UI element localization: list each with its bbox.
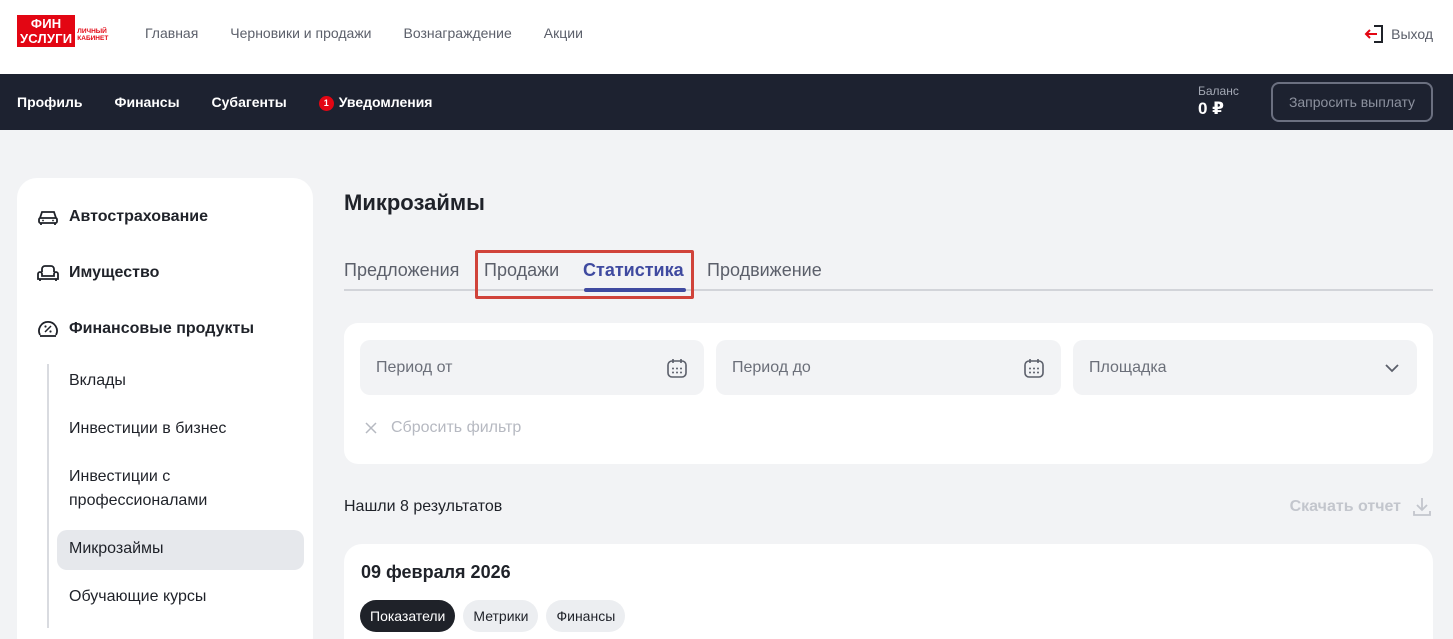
balance-value: 0 ₽ [1198,99,1225,118]
balance: Баланс 0 ₽ [1198,84,1239,120]
download-report-label: Скачать отчет [1289,498,1401,515]
nav-drafts-sales[interactable]: Черновики и продажи [230,24,371,42]
sidebar-item-property[interactable]: Имущество [37,263,159,283]
nav-profile-label: Профиль [17,94,83,110]
day-card-date: 09 февраля 2026 [361,562,511,582]
nav-notifications[interactable]: 1 Уведомления [318,93,433,111]
subitem-line-2: профессионалами [69,492,208,509]
nav-notifications-label: Уведомления [338,94,433,110]
period-from-field[interactable]: Период от [360,340,704,395]
notifications-badge: 1 [318,95,334,111]
logout-label: Выход [1391,26,1433,42]
tab-promotion[interactable]: Продвижение [707,259,822,281]
logout-icon [1364,25,1384,43]
active-tab-indicator [584,288,686,292]
reset-filter-label: Сбросить фильтр [391,419,522,436]
logo-mark: ФИН УСЛУГИ [17,15,76,47]
close-icon [365,422,377,434]
results-count: Нашли 8 результатов [344,498,503,515]
chip-metrics[interactable]: Метрики [463,600,539,632]
period-from-placeholder: Период от [376,358,453,376]
day-card-chips: Показатели Метрики Финансы [360,600,626,632]
platform-placeholder: Площадка [1089,358,1167,376]
chip-indicators[interactable]: Показатели [360,600,456,632]
sidebar-item-label: Имущество [69,264,160,281]
logo-line-1: ФИН [30,16,62,31]
nav-finances-label: Финансы [114,94,180,110]
account-nav-bar: Профиль Финансы Субагенты 1 Уведомления … [0,74,1453,130]
logo[interactable]: ФИН УСЛУГИ Личный кабинет [17,15,108,47]
logo-sub-1: Личный [77,28,107,35]
download-report-button[interactable]: Скачать отчет [1290,496,1433,518]
filter-panel: Период от Период до Площадка Сбросить фи… [344,323,1433,464]
logo-subtitle: Личный кабинет [77,28,108,42]
nav-finances[interactable]: Финансы [115,93,180,111]
tab-offers[interactable]: Предложения [344,259,459,281]
logo-line-2: УСЛУГИ [20,31,73,46]
sidebar-item-label: Автострахование [69,208,208,225]
tab-statistics[interactable]: Статистика [583,259,684,281]
nav-reward[interactable]: Вознаграждение [404,24,512,42]
product-sidebar: Автострахование Имущество Финансовые про… [17,178,313,639]
main-nav: Главная Черновики и продажи Вознагражден… [145,24,583,42]
subitem-line-1: Инвестиции с [69,468,171,485]
logout-button[interactable]: Выход [1363,24,1433,44]
chevron-down-icon [1385,363,1399,372]
account-nav: Профиль Финансы Субагенты 1 Уведомления [17,93,432,111]
percent-gauge-icon [38,321,58,337]
page-title: Микрозаймы [344,190,485,215]
platform-select[interactable]: Площадка [1073,340,1417,395]
day-stat-card: 09 февраля 2026 Показатели Метрики Финан… [344,544,1433,639]
reset-filter-button[interactable]: Сбросить фильтр [364,418,521,438]
balance-label: Баланс [1198,84,1239,98]
sidebar-subitem-pro-investments[interactable]: Инвестиции с профессионалами [69,465,207,513]
period-to-placeholder: Период до [732,358,811,376]
period-to-field[interactable]: Период до [716,340,1061,395]
sidebar-item-auto-insurance[interactable]: Автострахование [37,207,208,227]
logo-sub-2: кабинет [77,35,109,42]
car-icon [38,211,58,225]
sidebar-subitem-courses[interactable]: Обучающие курсы [69,585,206,609]
nav-subagents[interactable]: Субагенты [212,93,287,111]
sidebar-item-label: Финансовые продукты [69,320,254,337]
sidebar-subitem-microloans[interactable]: Микрозаймы [69,537,164,561]
request-payout-button[interactable]: Запросить выплату [1271,82,1433,122]
nav-home[interactable]: Главная [145,24,198,42]
sidebar-item-financial-products[interactable]: Финансовые продукты [37,319,254,339]
subitems-divider [47,364,49,628]
top-header: ФИН УСЛУГИ Личный кабинет Главная Чернов… [0,0,1453,74]
sidebar-subitem-business-investments[interactable]: Инвестиции в бизнес [69,417,226,441]
sofa-icon [37,265,59,281]
calendar-icon [667,358,687,378]
calendar-icon [1024,358,1044,378]
chip-finances[interactable]: Финансы [546,600,626,632]
tab-sales[interactable]: Продажи [484,259,559,281]
nav-profile[interactable]: Профиль [17,93,83,111]
sidebar-subitem-deposits[interactable]: Вклады [69,369,126,393]
nav-subagents-label: Субагенты [211,94,287,110]
nav-promotions[interactable]: Акции [544,24,583,42]
tabs-baseline [344,289,1433,291]
download-icon [1413,498,1431,516]
